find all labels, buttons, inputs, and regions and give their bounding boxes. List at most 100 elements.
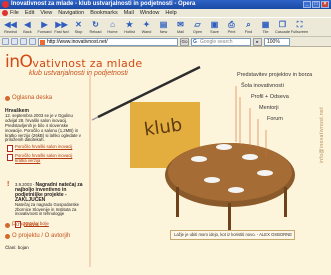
news-heading[interactable]: Oglasna deska — [5, 95, 52, 101]
go-button[interactable]: Go — [180, 37, 189, 46]
cascade-button[interactable]: ❐ Cascade — [274, 19, 291, 37]
page-icon — [2, 10, 8, 16]
toolbar-label: New — [159, 30, 168, 34]
menu-file[interactable]: File — [10, 10, 19, 16]
print-icon: ⎙ — [228, 20, 235, 29]
window-title: Inovativnost za mlade - klub ustvarjalno… — [11, 1, 196, 7]
nav-item-forum[interactable]: Forum — [267, 116, 283, 122]
menu-mail[interactable]: Mail — [124, 10, 134, 16]
nav-item-projects[interactable]: Predstavitev projektov in borza — [237, 72, 312, 78]
zoom-select[interactable]: 100% — [264, 37, 290, 46]
table-leg — [284, 187, 287, 217]
forward-icon: ▶ — [41, 20, 48, 29]
menu-help[interactable]: Help — [165, 10, 176, 16]
news-link[interactable]: Poročilo hrvaški salon inovacij kratka v… — [5, 153, 83, 164]
reload-icon: ↻ — [92, 20, 99, 29]
quote-box: Lažje je ubiti moro idejo, kot iz korist… — [170, 230, 295, 240]
toolbar-label: Forward — [37, 30, 52, 34]
open-icon: ▱ — [194, 20, 201, 29]
mail-icon: ✉ — [177, 20, 184, 29]
members-text: Člani: bojan — [5, 245, 29, 250]
logo-rest: vativnost za mlade — [32, 57, 143, 70]
menu-bookmarks[interactable]: Bookmarks — [90, 10, 118, 16]
table-leg — [228, 203, 231, 231]
side-email[interactable]: info@inovativnost.net — [319, 107, 325, 163]
mail-button[interactable]: ✉ Mail — [172, 19, 189, 37]
nav-item-school[interactable]: Šola inovativnosti — [241, 83, 284, 89]
search-go-button[interactable]: ▸ — [253, 37, 262, 46]
links-heading-label: Povezave — [12, 222, 39, 228]
save-button[interactable]: ▣ Save — [206, 19, 223, 37]
print-button[interactable]: ⎙ Print — [223, 19, 240, 37]
favicon-icon — [40, 39, 45, 45]
nav-item-mentors[interactable]: Mentorji — [259, 105, 279, 111]
rewind-icon: ◀◀ — [4, 20, 17, 29]
toolbar-label: Back — [23, 30, 32, 34]
site-logo[interactable]: inOvativnost za mlade klub ustvarjalnost… — [5, 52, 142, 77]
fast-forward-icon: ▶▶ — [55, 20, 68, 29]
menu-view[interactable]: View — [40, 10, 52, 16]
news-item: Hrvaškem 12. septembra 2003 se je v Ogul… — [5, 109, 83, 181]
pdf-icon — [7, 145, 13, 153]
bullet-icon — [5, 95, 10, 101]
home-button[interactable]: ⌂ Home — [104, 19, 121, 37]
forward-button[interactable]: ▶ Forward — [36, 19, 53, 37]
menu-bar: File Edit View Navigation Bookmarks Mail Windo… — [0, 9, 331, 17]
menu-navigation[interactable]: Navigation — [58, 10, 84, 16]
news-heading-label: Oglasna deska — [12, 95, 53, 101]
new-button[interactable]: ▤ New — [155, 19, 172, 37]
url-text: http://www.inovativnost.net/ — [47, 38, 108, 45]
wand-icon: ✦ — [143, 20, 150, 29]
rewind-button[interactable]: ◀◀ Rewind — [2, 19, 19, 37]
cup — [216, 144, 232, 150]
history-icon[interactable] — [29, 38, 36, 45]
toolbar-label: Stop — [74, 30, 83, 34]
stop-button[interactable]: ✕ Stop — [70, 19, 87, 37]
hotlist-button[interactable]: ★ Hotlist — [121, 19, 138, 37]
tab-list-icon[interactable] — [2, 38, 9, 45]
open-button[interactable]: ▱ Open — [189, 19, 206, 37]
bookmark-icon[interactable] — [20, 38, 27, 45]
find-icon: ⌕ — [246, 20, 251, 29]
toolbar-label: Save — [210, 30, 219, 34]
menu-edit[interactable]: Edit — [25, 10, 34, 16]
url-field[interactable]: http://www.inovativnost.net/ — [38, 37, 178, 46]
toolbar-label: Fast fwd — [54, 30, 69, 34]
fast-fwd-button[interactable]: ▶▶ Fast fwd — [53, 19, 70, 37]
zoom-value: 100% — [267, 38, 280, 45]
news-body: 12. septembra 2003 se je v Ogulinu odvij… — [5, 112, 81, 143]
cup — [228, 187, 244, 193]
find-button[interactable]: ⌕ Find — [240, 19, 257, 37]
wand-button[interactable]: ✦ Wand — [138, 19, 155, 37]
toolbar-label: Hotlist — [124, 30, 135, 34]
news-link[interactable]: Poročilo hrvaški salon inovacij — [5, 144, 83, 153]
news-body: Natečaj za nagrado Gospodarske zbornice … — [15, 201, 80, 217]
about-heading-label: O projektu / O avtorjih — [12, 233, 71, 239]
close-button[interactable]: × — [321, 1, 329, 8]
minimize-button[interactable]: _ — [303, 1, 311, 8]
bullet-icon — [5, 222, 10, 228]
menu-window[interactable]: Window — [140, 10, 160, 16]
tile-button[interactable]: ▦ Tile — [257, 19, 274, 37]
fullscreen-button[interactable]: ⛶ Fullscreen — [291, 19, 309, 37]
tile-icon: ▦ — [261, 20, 270, 29]
page-info-icon[interactable] — [11, 38, 18, 45]
maximize-button[interactable]: □ — [312, 1, 320, 8]
nav-item-profile[interactable]: Profil + Odseva — [251, 94, 289, 100]
about-heading[interactable]: O projektu / O avtorjih — [5, 233, 70, 239]
toolbar-label: Tile — [262, 30, 269, 34]
toolbar-label: Reload — [89, 30, 102, 34]
news-link-label: Poročilo hrvaški salon inovacij — [15, 144, 73, 150]
table-leg — [176, 187, 179, 217]
toolbar-label: Wand — [141, 30, 152, 34]
toolbar-label: Print — [227, 30, 236, 34]
back-icon: ◀ — [24, 20, 31, 29]
bullet-icon — [5, 233, 10, 239]
toolbar-label: Find — [244, 30, 253, 34]
reload-button[interactable]: ↻ Reload — [87, 19, 104, 37]
search-input[interactable]: G Google search — [191, 37, 251, 46]
address-bar: http://www.inovativnost.net/ Go G Google… — [0, 37, 331, 47]
cup — [191, 156, 207, 162]
links-heading[interactable]: Povezave — [5, 222, 38, 228]
back-button[interactable]: ◀ Back — [19, 19, 36, 37]
